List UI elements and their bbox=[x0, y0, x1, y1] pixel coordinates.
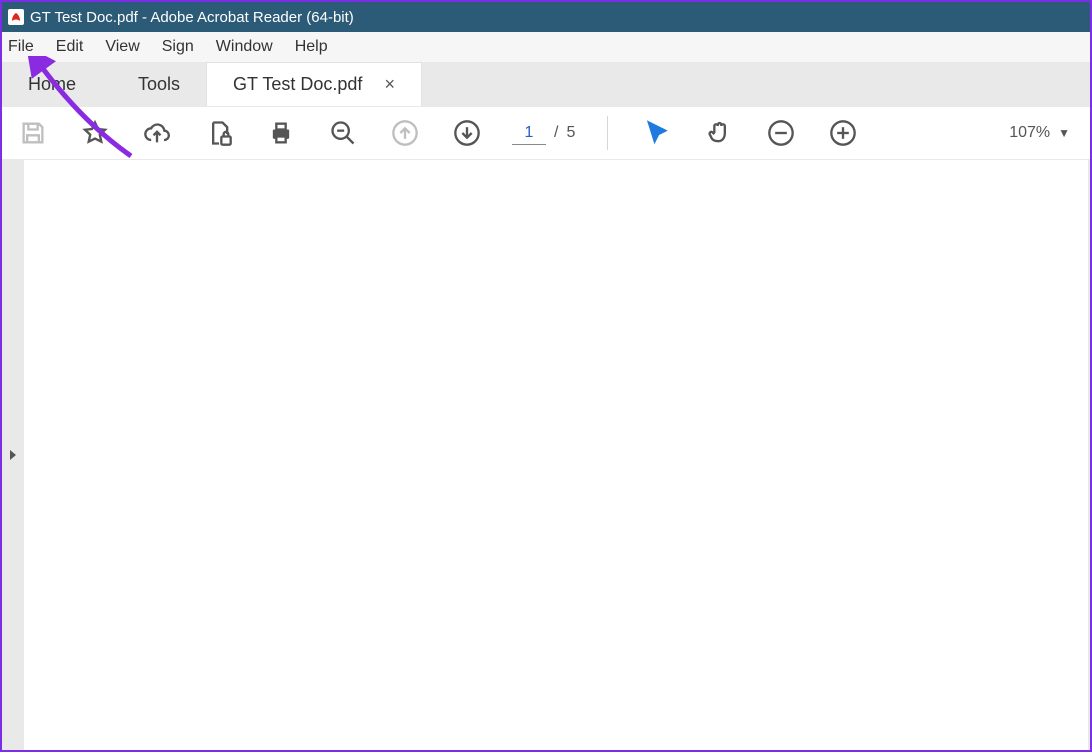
tab-tools[interactable]: Tools bbox=[112, 62, 206, 106]
titlebar: GT Test Doc.pdf - Adobe Acrobat Reader (… bbox=[2, 2, 1090, 32]
tab-tools-label: Tools bbox=[138, 74, 180, 95]
page-separator: / bbox=[554, 124, 558, 142]
page-down-icon[interactable] bbox=[450, 116, 484, 150]
tab-document[interactable]: GT Test Doc.pdf × bbox=[206, 62, 422, 106]
star-icon[interactable] bbox=[78, 116, 112, 150]
zoom-in-icon[interactable] bbox=[826, 116, 860, 150]
page-up-icon[interactable] bbox=[388, 116, 422, 150]
save-icon[interactable] bbox=[16, 116, 50, 150]
document-page[interactable] bbox=[24, 160, 1088, 750]
menubar: File Edit View Sign Window Help bbox=[2, 32, 1090, 62]
tab-row: Home Tools GT Test Doc.pdf × bbox=[2, 62, 1090, 106]
page-indicator: / 5 bbox=[512, 122, 575, 145]
menu-view[interactable]: View bbox=[105, 38, 139, 56]
cloud-upload-icon[interactable] bbox=[140, 116, 174, 150]
left-panel-toggle[interactable] bbox=[2, 160, 24, 750]
menu-window[interactable]: Window bbox=[216, 38, 273, 56]
zoom-out-icon[interactable] bbox=[764, 116, 798, 150]
content-area bbox=[2, 160, 1090, 750]
menu-sign[interactable]: Sign bbox=[162, 38, 194, 56]
page-number-input[interactable] bbox=[512, 122, 546, 145]
right-panel-edge bbox=[1088, 160, 1090, 750]
file-lock-icon[interactable] bbox=[202, 116, 236, 150]
zoom-value: 107% bbox=[1009, 124, 1050, 142]
page-total: 5 bbox=[566, 124, 575, 142]
hand-pan-icon[interactable] bbox=[702, 116, 736, 150]
select-cursor-icon[interactable] bbox=[640, 116, 674, 150]
toolbar-separator bbox=[607, 116, 608, 150]
zoom-level[interactable]: 107% ▼ bbox=[1009, 124, 1070, 142]
app-window: GT Test Doc.pdf - Adobe Acrobat Reader (… bbox=[0, 0, 1092, 752]
search-minus-icon[interactable] bbox=[326, 116, 360, 150]
close-icon[interactable]: × bbox=[384, 74, 395, 95]
window-title: GT Test Doc.pdf - Adobe Acrobat Reader (… bbox=[30, 9, 354, 26]
menu-edit[interactable]: Edit bbox=[56, 38, 84, 56]
menu-help[interactable]: Help bbox=[295, 38, 328, 56]
print-icon[interactable] bbox=[264, 116, 298, 150]
tab-home-label: Home bbox=[28, 74, 76, 95]
menu-file[interactable]: File bbox=[8, 38, 34, 56]
chevron-down-icon: ▼ bbox=[1058, 126, 1070, 140]
toolbar: / 5 107% ▼ bbox=[2, 106, 1090, 160]
tab-document-label: GT Test Doc.pdf bbox=[233, 74, 362, 95]
tab-home[interactable]: Home bbox=[2, 62, 112, 106]
acrobat-app-icon bbox=[8, 9, 24, 25]
